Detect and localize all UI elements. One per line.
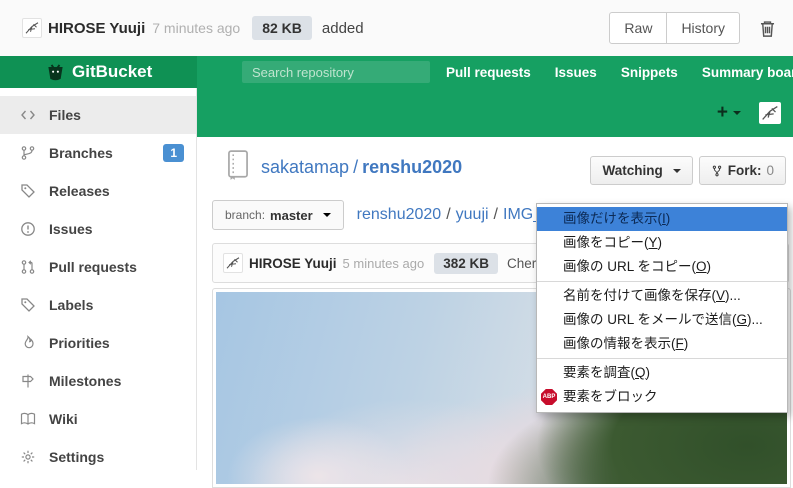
sidebar-item-releases[interactable]: Releases: [0, 172, 196, 210]
commit-message: added: [322, 20, 364, 37]
menu-item-copy-image-url[interactable]: 画像の URL をコピー(O): [537, 255, 787, 279]
user-avatar[interactable]: [759, 102, 781, 124]
pull-request-icon: [20, 259, 36, 275]
nav-summary-board[interactable]: Summary board: [702, 65, 793, 80]
fork-icon: [711, 164, 723, 178]
gitbucket-home-link[interactable]: GitBucket: [0, 56, 197, 88]
create-new-button[interactable]: +: [717, 102, 741, 124]
chevron-down-icon: [733, 111, 741, 119]
flame-icon: [20, 335, 36, 351]
git-branch-icon: [20, 145, 36, 161]
menu-item-email-image-url[interactable]: 画像の URL をメールで送信(G)...: [537, 308, 787, 332]
adblock-plus-icon: ABP: [541, 389, 557, 405]
chevron-down-icon: [323, 213, 331, 221]
menu-item-save-image-as[interactable]: 名前を付けて画像を保存(V)...: [537, 284, 787, 308]
repo-name-link[interactable]: renshu2020: [362, 157, 462, 177]
gitbucket-logo-icon: [46, 63, 65, 82]
sidebar-item-priorities[interactable]: Priorities: [0, 324, 196, 362]
nav-pull-requests[interactable]: Pull requests: [446, 65, 531, 80]
gear-icon: [20, 449, 36, 465]
file-commit-author: HIROSE Yuuji: [249, 256, 337, 271]
file-commit-time: 5 minutes ago: [343, 256, 425, 271]
page: { "colors": { "nav_green": "#16a062", "b…: [0, 0, 793, 470]
subheader: +: [197, 88, 793, 137]
menu-item-block-element[interactable]: ABP 要素をブロック: [537, 385, 787, 409]
sidebar-item-issues[interactable]: Issues: [0, 210, 196, 248]
history-button[interactable]: History: [667, 12, 740, 44]
tag-icon: [20, 183, 36, 199]
menu-separator: [537, 281, 787, 282]
commit-bar: HIROSE Yuuji 7 minutes ago 82 KB added R…: [0, 0, 793, 56]
repo-title: sakatamap/renshu2020: [261, 157, 462, 178]
repo-header: sakatamap/renshu2020: [225, 147, 462, 181]
repo-owner-link[interactable]: sakatamap: [261, 157, 349, 177]
branches-count-badge: 1: [163, 144, 184, 162]
brand-label: GitBucket: [72, 62, 152, 82]
sidebar-item-settings[interactable]: Settings: [0, 438, 196, 476]
context-menu: 画像だけを表示(I) 画像をコピー(Y) 画像の URL をコピー(O) 名前を…: [536, 203, 788, 413]
navbar: GitBucket Pull requests Issues Snippets …: [0, 56, 793, 88]
author-avatar: [22, 18, 42, 38]
watching-button[interactable]: Watching: [590, 156, 692, 185]
label-icon: [20, 297, 36, 313]
repo-sidebar: Files Branches 1 Releases Issues Pull re…: [0, 88, 197, 470]
fork-button[interactable]: Fork:0: [699, 156, 786, 185]
commit-time: 7 minutes ago: [152, 20, 240, 36]
nav-issues[interactable]: Issues: [555, 65, 597, 80]
sidebar-item-pull-requests[interactable]: Pull requests: [0, 248, 196, 286]
commit-author: HIROSE Yuuji: [48, 20, 145, 37]
repo-actions: Watching Fork:0: [590, 156, 786, 185]
nav-snippets[interactable]: Snippets: [621, 65, 678, 80]
sidebar-item-milestones[interactable]: Milestones: [0, 362, 196, 400]
file-size-badge: 82 KB: [252, 16, 312, 40]
fork-count: 0: [766, 163, 774, 178]
menu-item-view-image-only[interactable]: 画像だけを表示(I): [537, 207, 787, 231]
book-icon: [20, 411, 36, 427]
sidebar-item-wiki[interactable]: Wiki: [0, 400, 196, 438]
raw-button[interactable]: Raw: [609, 12, 667, 44]
search-input[interactable]: [242, 61, 430, 83]
code-icon: [20, 107, 36, 123]
branch-row: branch: master renshu2020/yuuji/IMG_2020: [212, 200, 578, 230]
sidebar-item-files[interactable]: Files: [0, 96, 196, 134]
menu-item-inspect-element[interactable]: 要素を調査(Q): [537, 361, 787, 385]
file-size-badge: 382 KB: [434, 253, 498, 274]
issue-icon: [20, 221, 36, 237]
menu-separator: [537, 358, 787, 359]
repo-book-icon: [225, 149, 251, 181]
nav-links: Pull requests Issues Snippets Summary bo…: [446, 65, 793, 80]
breadcrumb-repo-link[interactable]: renshu2020: [357, 206, 442, 223]
author-avatar: [223, 253, 243, 273]
chevron-down-icon: [673, 169, 681, 177]
sidebar-item-branches[interactable]: Branches 1: [0, 134, 196, 172]
menu-item-copy-image[interactable]: 画像をコピー(Y): [537, 231, 787, 255]
delete-file-icon[interactable]: [758, 19, 777, 38]
sidebar-item-labels[interactable]: Labels: [0, 286, 196, 324]
breadcrumb-folder-link[interactable]: yuuji: [456, 206, 489, 223]
milestone-icon: [20, 373, 36, 389]
branch-selector[interactable]: branch: master: [212, 200, 344, 230]
menu-item-view-image-info[interactable]: 画像の情報を表示(F): [537, 332, 787, 356]
file-actions: Raw History: [609, 12, 740, 44]
